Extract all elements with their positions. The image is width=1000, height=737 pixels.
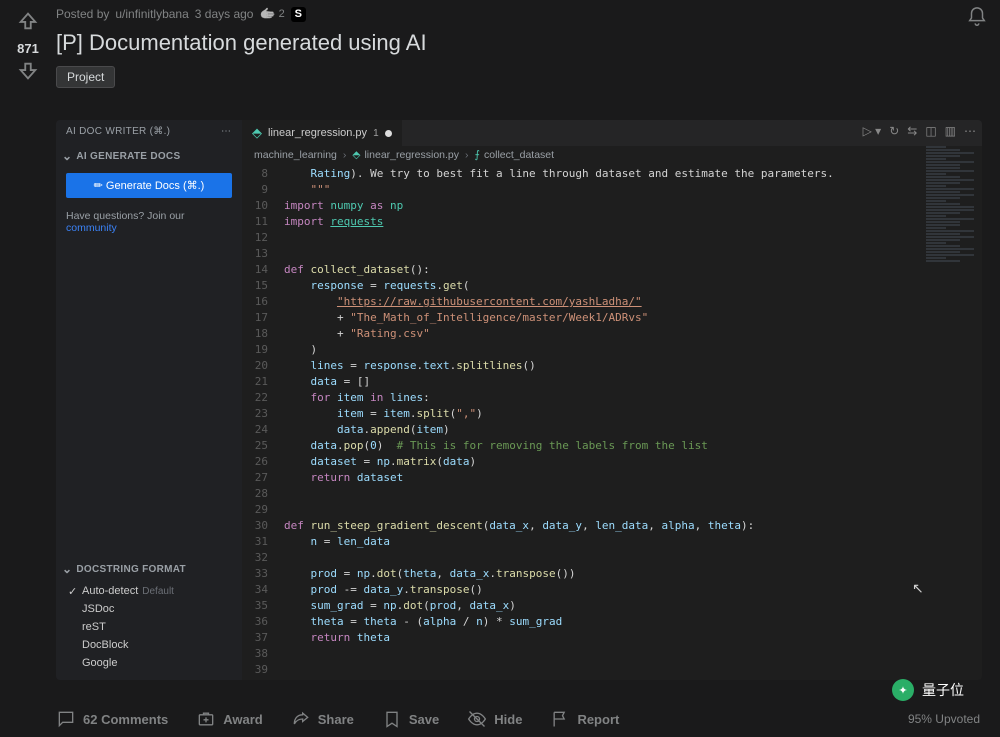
section-docstring-format[interactable]: DOCSTRING FORMAT <box>56 556 242 580</box>
award-button[interactable]: Award <box>196 709 263 729</box>
more-actions-icon[interactable]: ⋯ <box>964 124 976 138</box>
save-label: Save <box>409 712 439 727</box>
run-icon[interactable]: ▷ ▾ <box>863 124 882 138</box>
post-title: [P] Documentation generated using AI <box>56 30 990 56</box>
section-generate-docs[interactable]: AI GENERATE DOCS <box>56 143 242 167</box>
post-flair[interactable]: Project <box>56 66 115 88</box>
hide-button[interactable]: Hide <box>467 709 522 729</box>
minimap[interactable] <box>922 146 982 386</box>
downvote-button[interactable] <box>17 60 39 87</box>
award-badge[interactable]: 🫱2 <box>259 6 284 22</box>
report-label: Report <box>577 712 619 727</box>
share-label: Share <box>318 712 354 727</box>
editor-tabbar: ⬘ linear_regression.py 1 ▷ ▾ ↻ ⇆ ◫ ▥ ⋯ <box>242 120 982 146</box>
split-editor-icon[interactable]: ◫ <box>925 124 936 138</box>
editor-tab[interactable]: ⬘ linear_regression.py 1 <box>242 120 402 146</box>
format-option-rest[interactable]: reST <box>64 618 234 636</box>
ide-screenshot: AI DOC WRITER (⌘.) ⋯ AI GENERATE DOCS ✏ … <box>56 120 982 680</box>
layout-icon[interactable]: ▥ <box>945 124 956 138</box>
unsaved-dot-icon <box>385 130 392 137</box>
post-age: 3 days ago <box>195 7 254 21</box>
s-badge-icon[interactable]: S <box>291 7 306 22</box>
comments-label: 62 Comments <box>83 712 168 727</box>
breadcrumb-segment[interactable]: ⨍collect_dataset <box>475 149 555 161</box>
comments-button[interactable]: 62 Comments <box>56 709 168 729</box>
award-label: Award <box>223 712 263 727</box>
python-file-icon: ⬘ <box>252 125 262 141</box>
breadcrumb-segment[interactable]: machine_learning <box>254 149 337 161</box>
upvote-button[interactable] <box>17 10 39 37</box>
format-option-auto-detect[interactable]: Auto-detectDefault <box>64 582 234 600</box>
vote-score: 871 <box>17 41 39 56</box>
refresh-icon[interactable]: ↻ <box>889 124 899 138</box>
questions-text: Have questions? Join our community <box>56 204 242 246</box>
wechat-icon: ✦ <box>892 679 914 701</box>
diff-icon[interactable]: ⇆ <box>907 124 917 138</box>
tab-filename: linear_regression.py <box>268 127 367 139</box>
panel-title: AI DOC WRITER (⌘.) <box>66 126 170 137</box>
tab-number: 1 <box>373 128 379 139</box>
watermark-text: 量子位 <box>922 680 964 700</box>
line-gutter: 8910111213141516171819202122232425262728… <box>242 164 276 680</box>
mouse-cursor-icon: ↖ <box>912 580 924 597</box>
share-button[interactable]: Share <box>291 709 354 729</box>
posted-by-label: Posted by <box>56 7 109 21</box>
post-metadata: Posted by u/infinitlybana 3 days ago 🫱2 … <box>56 6 990 22</box>
watermark: ✦ 量子位 <box>892 679 964 701</box>
report-button[interactable]: Report <box>550 709 619 729</box>
upvote-percentage: 95% Upvoted <box>908 712 980 726</box>
save-button[interactable]: Save <box>382 709 439 729</box>
community-link[interactable]: community <box>66 222 117 234</box>
breadcrumb-segment[interactable]: ⬘linear_regression.py <box>352 149 459 161</box>
format-option-jsdoc[interactable]: JSDoc <box>64 600 234 618</box>
format-option-google[interactable]: Google <box>64 654 234 672</box>
generate-docs-button[interactable]: ✏ Generate Docs (⌘.) <box>66 173 232 198</box>
hide-label: Hide <box>494 712 522 727</box>
panel-menu-icon[interactable]: ⋯ <box>221 126 232 137</box>
format-option-docblock[interactable]: DocBlock <box>64 636 234 654</box>
author-link[interactable]: u/infinitlybana <box>115 7 188 21</box>
breadcrumb[interactable]: machine_learning›⬘linear_regression.py›⨍… <box>242 146 982 164</box>
code-area[interactable]: Rating). We try to best fit a line throu… <box>276 164 982 680</box>
